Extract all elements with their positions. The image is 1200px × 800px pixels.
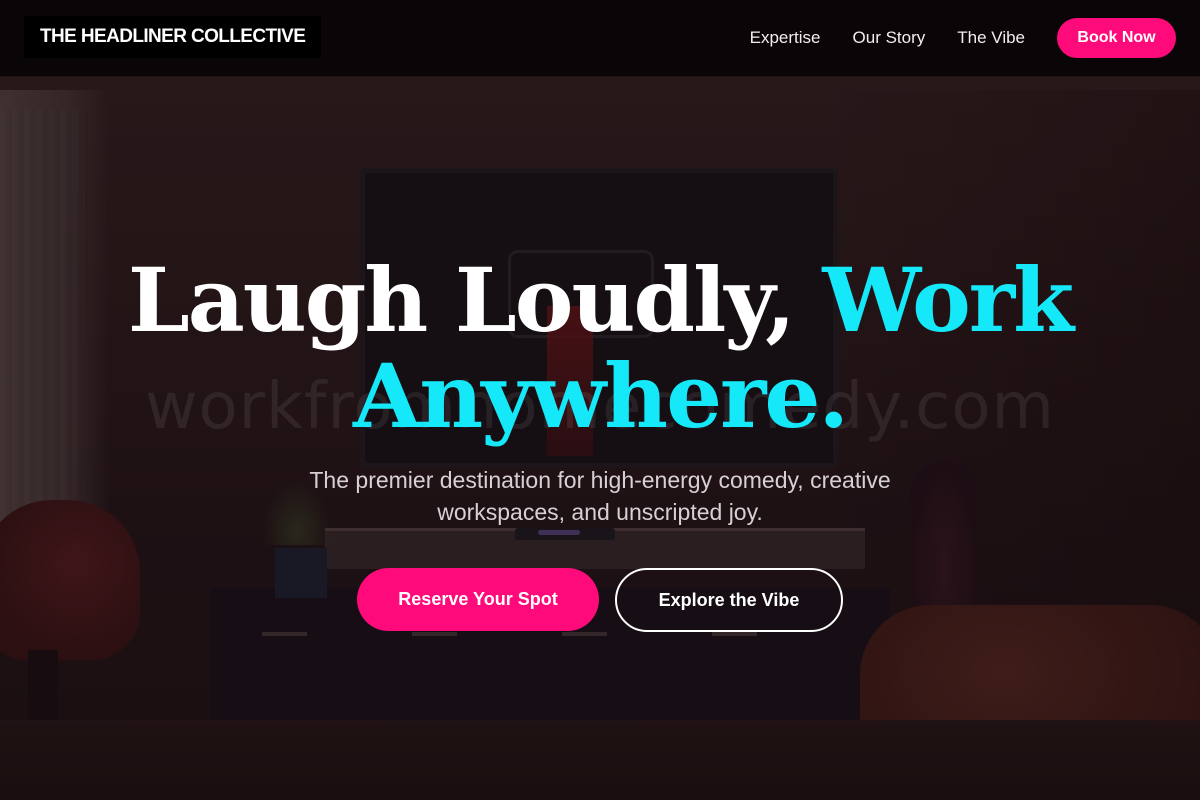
hero-title: Laugh Loudly, Work Anywhere. (0, 252, 1200, 444)
nav-link-our-story[interactable]: Our Story (853, 28, 926, 48)
explore-vibe-button[interactable]: Explore the Vibe (615, 568, 843, 632)
nav-link-expertise[interactable]: Expertise (750, 28, 821, 48)
hero-title-main: Laugh Loudly, (127, 248, 823, 352)
reserve-spot-button[interactable]: Reserve Your Spot (357, 568, 599, 631)
book-now-button[interactable]: Book Now (1057, 18, 1176, 58)
nav-links: Expertise Our Story The Vibe (750, 0, 1025, 76)
brand-logo[interactable]: THE HEADLINER COLLECTIVE (24, 16, 322, 58)
hero-subtitle: The premier destination for high-energy … (309, 467, 891, 525)
top-navbar: THE HEADLINER COLLECTIVE Expertise Our S… (0, 0, 1200, 77)
nav-link-the-vibe[interactable]: The Vibe (957, 28, 1025, 48)
